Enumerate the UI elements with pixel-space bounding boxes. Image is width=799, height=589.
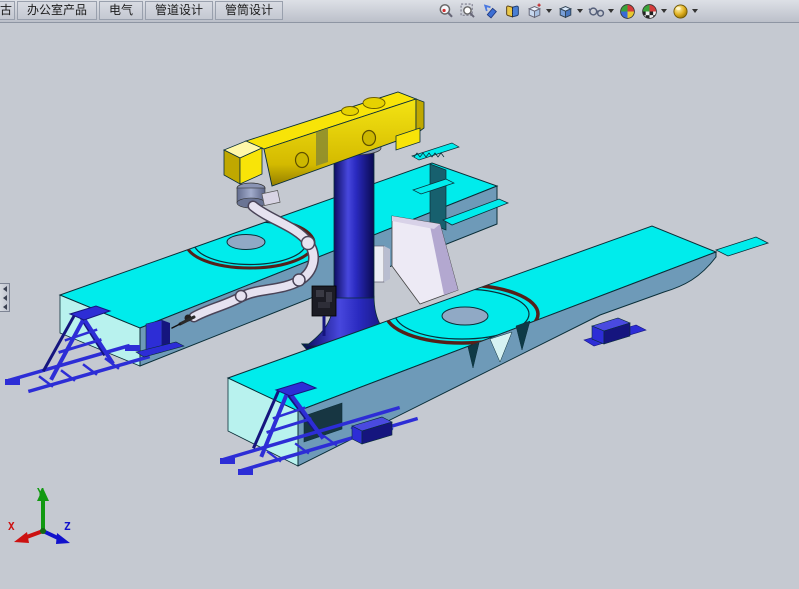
zoom-to-area-icon[interactable] (459, 0, 478, 22)
dropdown-arrow-icon[interactable] (692, 9, 698, 13)
hide-show-items-icon[interactable] (587, 0, 615, 22)
dropdown-arrow-icon[interactable] (661, 9, 667, 13)
tab-partial[interactable]: 古 (0, 1, 15, 20)
tab-piping-design[interactable]: 管道设计 (145, 1, 213, 20)
view-orientation-icon[interactable] (525, 0, 553, 22)
dropdown-arrow-icon[interactable] (577, 9, 583, 13)
dropdown-arrow-icon[interactable] (608, 9, 614, 13)
reference-triad: Y X Z (8, 486, 71, 544)
dropdown-arrow-icon[interactable] (546, 9, 552, 13)
command-manager-toolbar: 古 办公室产品 电气 管道设计 管筒设计 (0, 0, 799, 23)
front-right-block-support[interactable] (584, 318, 646, 346)
edit-appearance-icon[interactable] (618, 0, 637, 22)
triad-z-label: Z (64, 520, 71, 533)
section-view-icon[interactable] (503, 0, 522, 22)
command-tabs: 古 办公室产品 电气 管道设计 管筒设计 (0, 0, 285, 22)
display-style-icon[interactable] (556, 0, 584, 22)
panel-splitter-handle[interactable] (0, 283, 10, 312)
previous-view-icon[interactable] (481, 0, 500, 22)
zoom-to-fit-icon[interactable] (437, 0, 456, 22)
collapse-left-icon (3, 304, 7, 310)
collapse-left-icon (3, 286, 7, 292)
collapse-left-icon (3, 295, 7, 301)
apply-scene-icon[interactable] (640, 0, 668, 22)
viewport-canvas[interactable]: Y X Z (0, 0, 799, 589)
view-settings-icon[interactable] (671, 0, 699, 22)
heads-up-view-toolbar (437, 0, 699, 22)
triad-y-label: Y (37, 486, 44, 499)
tab-tubing-design[interactable]: 管筒设计 (215, 1, 283, 20)
tab-electrical[interactable]: 电气 (99, 1, 143, 20)
triad-x-label: X (8, 520, 15, 533)
tab-office-products[interactable]: 办公室产品 (17, 1, 97, 20)
